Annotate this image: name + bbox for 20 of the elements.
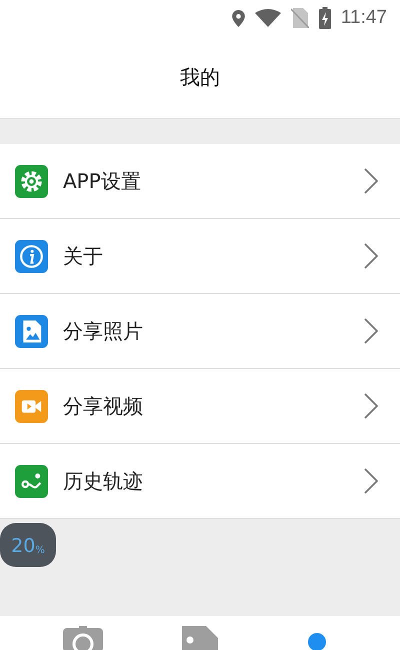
no-sim-icon [290, 8, 309, 28]
menu-label: 分享照片 [63, 318, 144, 345]
badge-value: 20 [11, 537, 36, 556]
chevron-right-icon [364, 168, 378, 194]
menu-label: APP设置 [63, 168, 142, 195]
battery-charging-icon [318, 7, 331, 29]
chevron-right-icon [364, 393, 378, 419]
status-time: 11:47 [340, 6, 387, 30]
wifi-icon [254, 9, 281, 27]
menu-label: 历史轨迹 [63, 468, 144, 495]
image-file-icon[interactable] [180, 626, 220, 650]
location-icon [232, 10, 245, 26]
chevron-right-icon [364, 243, 378, 269]
chevron-right-icon [364, 318, 378, 344]
menu-label: 关于 [63, 243, 104, 270]
chevron-right-icon [364, 468, 378, 494]
camera-icon[interactable] [63, 626, 104, 650]
badge-unit: % [35, 546, 45, 556]
menu-label: 分享视频 [63, 393, 144, 420]
page-title: 我的 [180, 64, 220, 91]
